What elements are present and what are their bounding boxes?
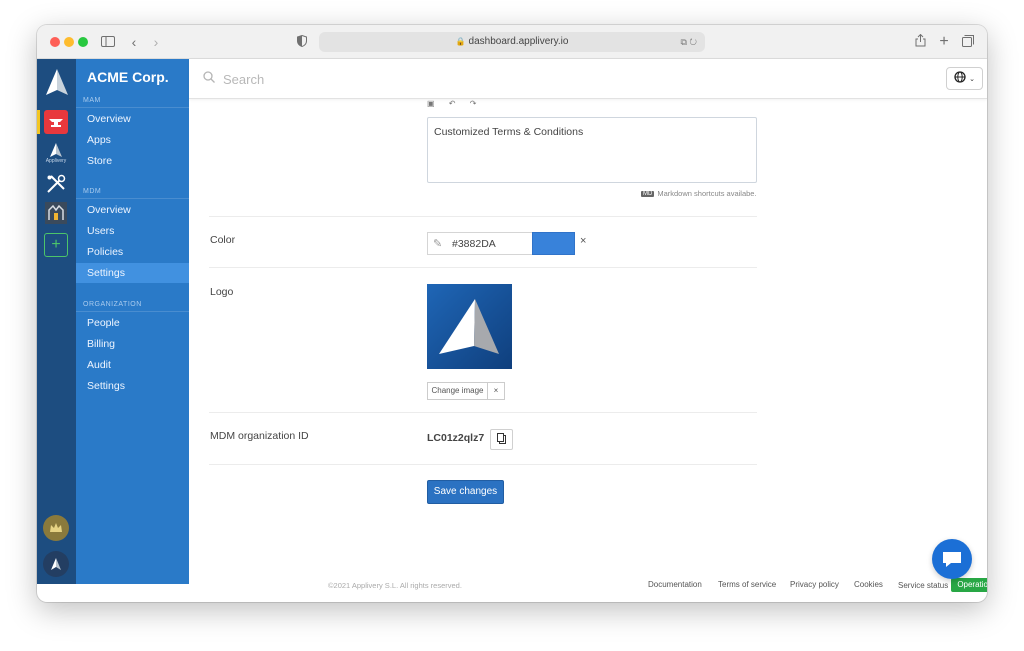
nav-item-store[interactable]: Store xyxy=(76,151,189,171)
markdown-hint-text: Markdown shortcuts availabe. xyxy=(657,189,757,198)
top-search-bar: ⌄ xyxy=(189,59,987,99)
footer-link-privacy[interactable]: Privacy policy xyxy=(790,580,839,589)
color-swatch[interactable] xyxy=(532,232,575,255)
lock-icon: 🔒 xyxy=(455,37,466,46)
footer-link-terms[interactable]: Terms of service xyxy=(718,580,776,589)
clear-color-icon[interactable]: × xyxy=(580,235,586,247)
status-badge: Operational xyxy=(951,578,987,592)
search-icon xyxy=(203,71,215,86)
nav-item-billing[interactable]: Billing xyxy=(76,334,189,354)
row-divider xyxy=(209,267,757,268)
acme-app-icon[interactable] xyxy=(44,110,68,134)
new-tab-icon[interactable]: + xyxy=(937,32,951,52)
undo-icon[interactable]: ↶ xyxy=(449,99,456,108)
forward-icon[interactable]: › xyxy=(149,32,163,52)
nav-item-users[interactable]: Users xyxy=(76,221,189,241)
globe-icon xyxy=(954,71,966,83)
privacy-shield-icon[interactable] xyxy=(295,32,309,52)
nav-item-org-settings[interactable]: Settings xyxy=(76,376,189,396)
minimize-window-button[interactable] xyxy=(64,37,74,47)
applivery-workspace-icon[interactable]: Applivery xyxy=(44,139,68,167)
settings-content: ▣ ↶ ↷ Customized Terms & Conditions MD Ma… xyxy=(189,99,987,592)
url-text: dashboard.applivery.io xyxy=(468,36,569,47)
row-divider xyxy=(209,464,757,465)
nav-item-mdm-settings[interactable]: Settings xyxy=(76,263,189,283)
reload-icon[interactable]: ⧉ ↻ xyxy=(680,32,697,52)
nav-item-people[interactable]: People xyxy=(76,313,189,333)
tab-overview-icon[interactable] xyxy=(961,32,975,52)
terms-conditions-editor[interactable]: Customized Terms & Conditions xyxy=(427,117,757,183)
copy-icon xyxy=(497,433,506,444)
add-app-button[interactable]: + xyxy=(44,233,68,257)
chevron-down-icon: ⌄ xyxy=(969,76,975,83)
editor-toolbar: ▣ ↶ ↷ xyxy=(427,99,757,109)
browser-toolbar: ‹ › 🔒 dashboard.applivery.io ⧉ ↻ + xyxy=(37,25,987,59)
zoom-window-button[interactable] xyxy=(78,37,88,47)
nav-item-policies[interactable]: Policies xyxy=(76,242,189,262)
applivery-workspace-label: Applivery xyxy=(45,158,67,164)
divider xyxy=(76,107,189,108)
change-image-button[interactable]: Change image xyxy=(427,382,488,400)
color-label: Color xyxy=(210,234,236,246)
logo-preview xyxy=(427,284,512,369)
user-avatar-icon[interactable] xyxy=(43,551,69,577)
copyright-text: ©2021 Applivery S.L. All rights reserved… xyxy=(328,581,462,590)
robot-app-icon[interactable] xyxy=(44,201,68,225)
organization-name[interactable]: ACME Corp. xyxy=(87,69,169,85)
nav-item-mdm-overview[interactable]: Overview xyxy=(76,200,189,220)
org-id-value: LC01z2qlz7 xyxy=(427,432,485,444)
chat-button[interactable] xyxy=(932,539,972,579)
tools-icon[interactable] xyxy=(44,172,68,196)
color-value: #3882DA xyxy=(452,238,496,250)
sidebar-toggle-icon[interactable] xyxy=(99,32,117,52)
redo-icon[interactable]: ↷ xyxy=(470,99,477,108)
save-changes-button[interactable]: Save changes xyxy=(427,480,504,504)
row-divider xyxy=(209,216,757,217)
markdown-icon: MD xyxy=(641,191,655,197)
back-icon[interactable]: ‹ xyxy=(127,32,141,52)
browser-window: ‹ › 🔒 dashboard.applivery.io ⧉ ↻ + Appliv… xyxy=(37,25,987,602)
copy-button[interactable] xyxy=(490,429,513,450)
footer-link-service-status[interactable]: Service status xyxy=(898,581,948,590)
close-window-button[interactable] xyxy=(50,37,60,47)
nav-item-mam-overview[interactable]: Overview xyxy=(76,109,189,129)
logo-label: Logo xyxy=(210,286,234,298)
nav-item-audit[interactable]: Audit xyxy=(76,355,189,375)
remove-image-button[interactable]: × xyxy=(487,382,505,400)
crown-avatar-icon[interactable] xyxy=(43,515,69,541)
footer-link-documentation[interactable]: Documentation xyxy=(648,580,702,589)
chat-icon xyxy=(943,552,961,567)
address-bar[interactable]: 🔒 dashboard.applivery.io ⧉ ↻ xyxy=(319,32,705,52)
footer-link-cookies[interactable]: Cookies xyxy=(854,580,883,589)
rail-active-indicator xyxy=(37,110,40,134)
nav-item-apps[interactable]: Apps xyxy=(76,130,189,150)
mam-section-label: MAM xyxy=(83,97,101,104)
color-field[interactable]: ✎ #3882DA xyxy=(427,232,533,255)
org-id-label: MDM organization ID xyxy=(210,430,309,442)
navigation-panel: ACME Corp. MAM Overview Apps Store MDM O… xyxy=(76,59,189,584)
mdm-section-label: MDM xyxy=(83,188,102,195)
row-divider xyxy=(209,412,757,413)
share-icon[interactable] xyxy=(913,32,927,52)
search-input[interactable] xyxy=(223,68,623,90)
markdown-hint: MD Markdown shortcuts availabe. xyxy=(641,189,757,198)
divider xyxy=(76,198,189,199)
app-rail: Applivery + xyxy=(37,59,76,584)
applivery-logo-icon[interactable] xyxy=(41,67,73,97)
pencil-icon: ✎ xyxy=(433,238,443,250)
language-selector[interactable]: ⌄ xyxy=(946,67,983,90)
organization-section-label: ORGANIZATION xyxy=(83,301,142,308)
divider xyxy=(76,311,189,312)
image-insert-icon[interactable]: ▣ xyxy=(427,99,435,108)
